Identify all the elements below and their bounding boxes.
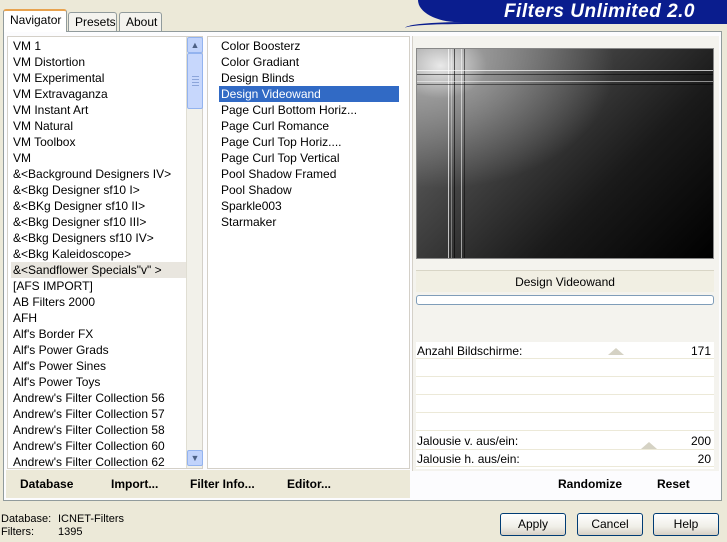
filter-list-item[interactable]: Page Curl Top Horiz.... (219, 134, 399, 150)
category-list-item[interactable]: &<Bkg Designers sf10 IV> (11, 230, 191, 246)
category-list-item[interactable]: Andrew's Filter Collection 58 (11, 422, 191, 438)
category-list-item[interactable]: Andrew's Filter Collection 56 (11, 390, 191, 406)
category-list-item[interactable]: VM Natural (11, 118, 191, 134)
filter-list-panel: Color Boosterz Color Gradiant Design Blind… (207, 36, 410, 469)
category-list-item[interactable]: VM Instant Art (11, 102, 191, 118)
tab-navigator[interactable]: Navigator (3, 9, 67, 32)
apply-button[interactable]: Apply (500, 513, 566, 536)
slider-handle-anzahl[interactable] (608, 348, 624, 355)
arrow-down-icon[interactable]: ▼ (187, 450, 203, 466)
category-list-item[interactable]: VM (11, 150, 191, 166)
cancel-button[interactable]: Cancel (577, 513, 643, 536)
filter-list-item[interactable]: Page Curl Bottom Horiz... (219, 102, 399, 118)
progress-bar (416, 295, 714, 305)
help-button[interactable]: Help (653, 513, 719, 536)
category-list-item[interactable]: &<Bkg Kaleidoscope> (11, 246, 191, 262)
category-list-item[interactable]: VM Toolbox (11, 134, 191, 150)
filter-list-item[interactable]: Page Curl Top Vertical (219, 150, 399, 166)
filter-list-item[interactable]: Sparkle003 (219, 198, 399, 214)
category-list-item[interactable]: Alf's Border FX (11, 326, 191, 342)
filter-list-item[interactable]: Color Gradiant (219, 54, 399, 70)
param-row-anzahl[interactable]: Anzahl Bildschirme: 171 (416, 343, 714, 359)
scrollbar-thumb[interactable] (187, 53, 203, 109)
category-list-item[interactable]: VM Extravaganza (11, 86, 191, 102)
reset-button[interactable]: Reset (657, 477, 690, 495)
category-list-item[interactable]: AFH (11, 310, 191, 326)
arrow-up-icon[interactable]: ▲ (187, 37, 203, 53)
banner-title: Filters Unlimited 2.0 (503, 1, 695, 22)
category-list-item[interactable]: Alf's Power Toys (11, 374, 191, 390)
filter-list-item[interactable]: Color Boosterz (219, 38, 399, 54)
category-list-item[interactable]: &<BKg Designer sf10 II> (11, 198, 191, 214)
filter-list-item[interactable]: Pool Shadow Framed (219, 166, 399, 182)
filter-list-item[interactable]: Design Videowand (219, 86, 399, 102)
filter-list-item[interactable]: Starmaker (219, 214, 399, 230)
category-list-item[interactable]: VM 1 (11, 38, 191, 54)
param-row-jalousie-v[interactable]: Jalousie v. aus/ein: 200 (416, 433, 714, 450)
category-list-item[interactable]: VM Experimental (11, 70, 191, 86)
category-scrollbar[interactable]: ▲ ▼ (186, 37, 203, 468)
category-list-item[interactable]: Andrew's Filter Collection 57 (11, 406, 191, 422)
filter-preview (416, 48, 714, 259)
filter-list-item[interactable]: Pool Shadow (219, 182, 399, 198)
category-list-item[interactable]: Alf's Power Grads (11, 342, 191, 358)
param-row-jalousie-h[interactable]: Jalousie h. aus/ein: 20 (416, 451, 714, 467)
category-list-item[interactable]: [AFS IMPORT] (11, 278, 191, 294)
category-list-item[interactable]: VM Distortion (11, 54, 191, 70)
status-filters: Filters: 1395 (1, 526, 83, 538)
category-list-item[interactable]: Alf's Power Sines (11, 358, 191, 374)
parameter-area: Anzahl Bildschirme: 171 Jalousie v. aus/… (416, 342, 714, 469)
tab-about[interactable]: About (119, 12, 162, 31)
filter-info-button[interactable]: Filter Info... (190, 477, 255, 495)
status-database: Database: ICNET-Filters (1, 513, 124, 525)
category-list-item[interactable]: Andrew's Filter Collection 60 (11, 438, 191, 454)
tab-presets[interactable]: Presets (68, 12, 117, 31)
filter-list[interactable]: Color Boosterz Color Gradiant Design Blind… (219, 38, 399, 230)
category-list-item[interactable]: Andrew's Filter Collection 62 (11, 454, 191, 470)
selected-filter-title: Design Videowand (416, 270, 714, 292)
filter-list-item[interactable]: Page Curl Romance (219, 118, 399, 134)
category-list[interactable]: VM 1 VM Distortion VM Experimental VM Extra… (11, 38, 191, 470)
editor-button[interactable]: Editor... (287, 477, 331, 495)
category-list-panel: VM 1 VM Distortion VM Experimental VM Extra… (7, 36, 203, 469)
category-list-item[interactable]: &<Sandflower Specials"v" > (11, 262, 191, 278)
category-list-item[interactable]: &<Bkg Designer sf10 I> (11, 182, 191, 198)
category-list-item[interactable]: &<Bkg Designer sf10 III> (11, 214, 191, 230)
category-list-item[interactable]: AB Filters 2000 (11, 294, 191, 310)
slider-handle-jalousie-v[interactable] (641, 442, 657, 449)
database-button[interactable]: Database (20, 477, 73, 495)
category-list-item[interactable]: &<Background Designers IV> (11, 166, 191, 182)
title-banner: Filters Unlimited 2.0 (418, 0, 727, 22)
randomize-button[interactable]: Randomize (558, 477, 622, 495)
banner-swoosh (405, 22, 727, 28)
import-button[interactable]: Import... (111, 477, 158, 495)
filter-list-item[interactable]: Design Blinds (219, 70, 399, 86)
